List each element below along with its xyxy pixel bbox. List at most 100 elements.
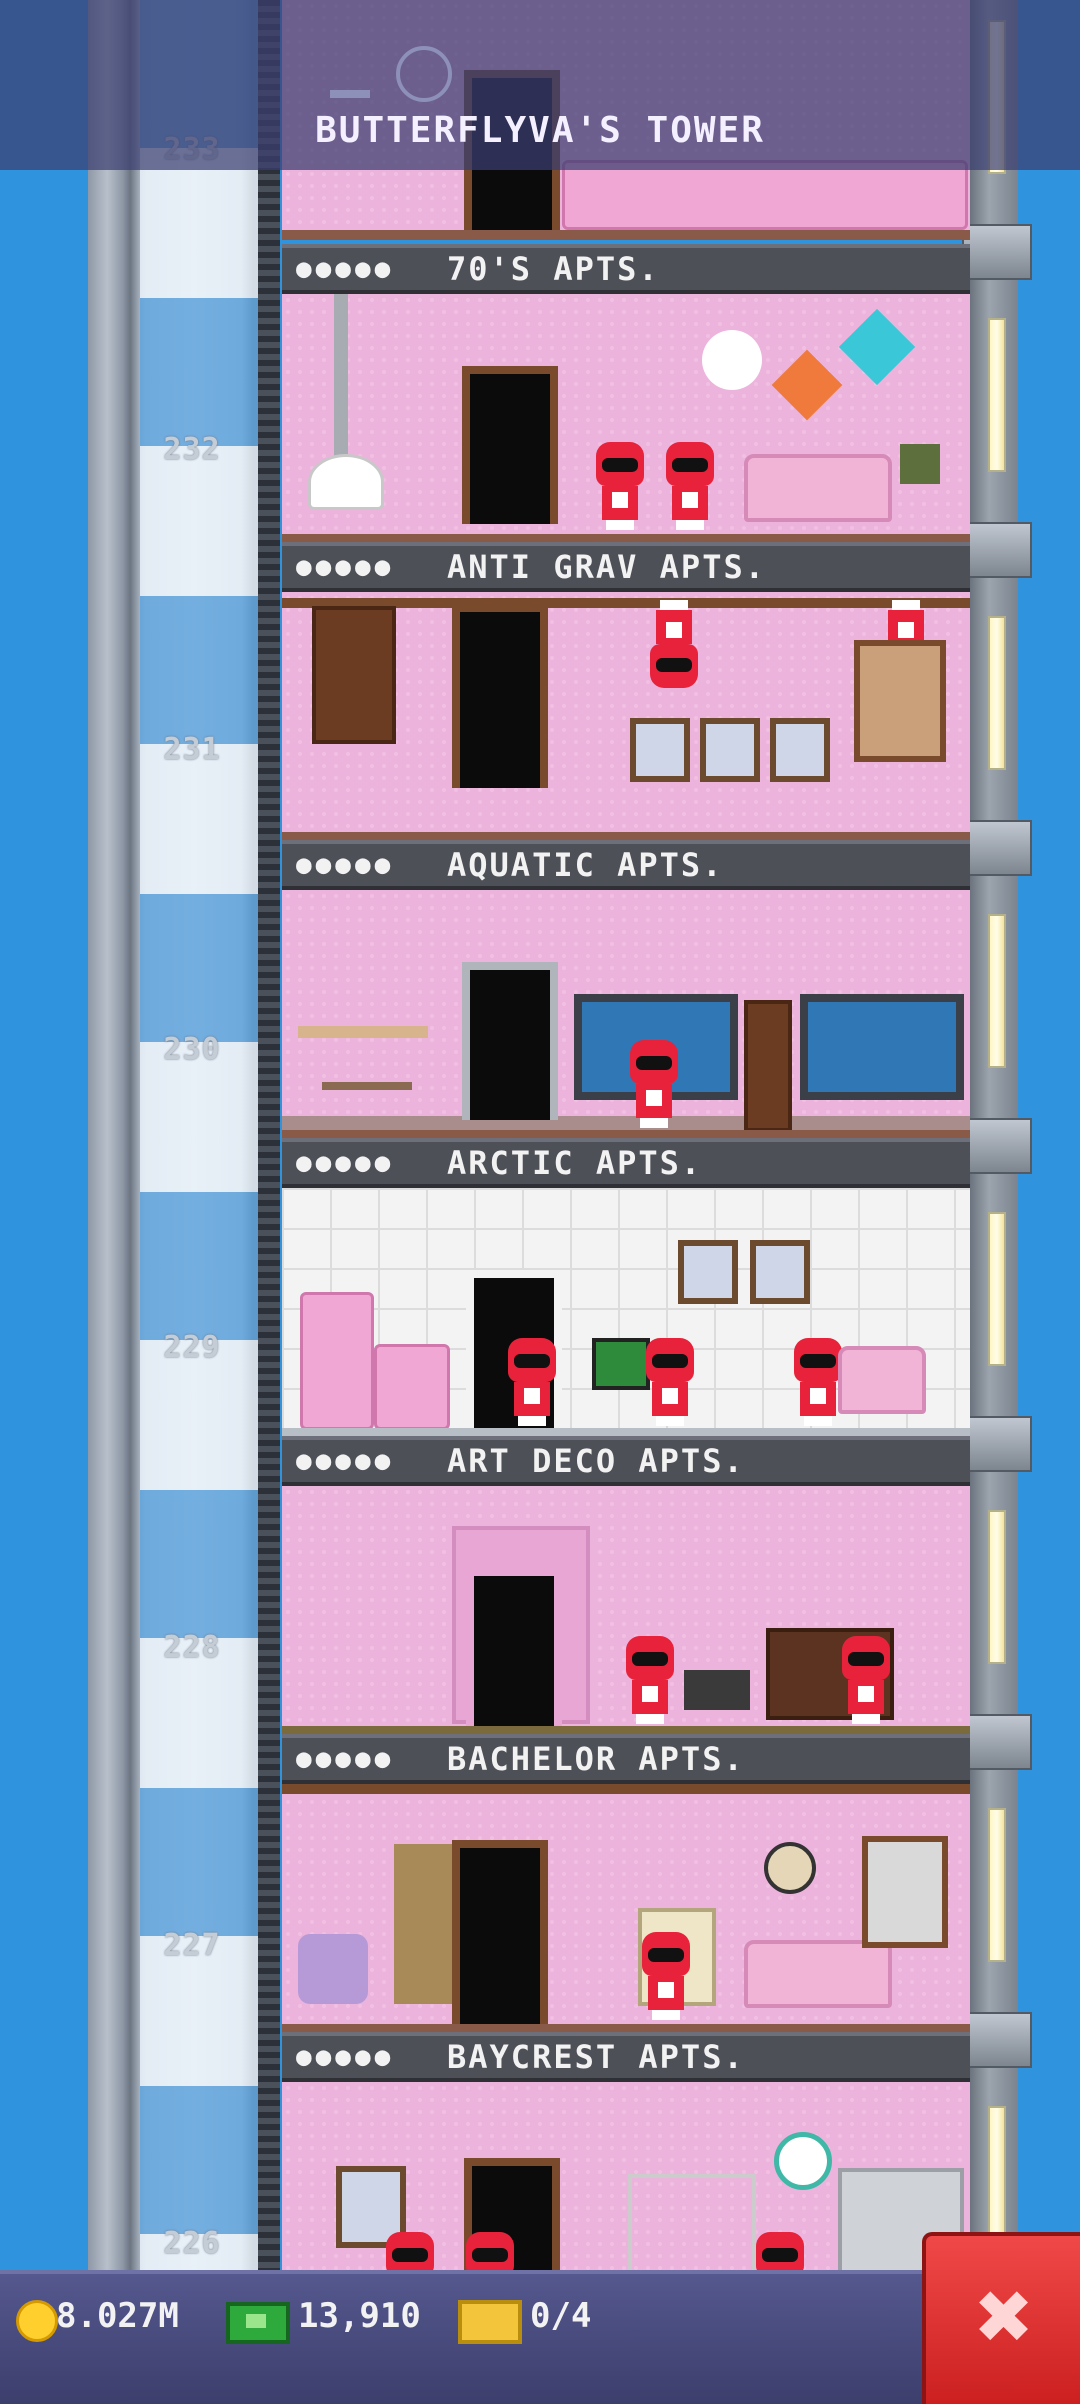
picture-frame [750, 1240, 810, 1304]
room-floor-229[interactable] [282, 1188, 970, 1438]
status-bar [0, 2270, 1080, 2404]
wall-bracket [962, 522, 1032, 578]
wall-bracket [962, 1118, 1032, 1174]
resident-bitizen[interactable] [838, 1636, 894, 1724]
room-floor-230[interactable] [282, 890, 970, 1140]
flower-decal [702, 330, 762, 390]
wall-light [988, 1212, 1006, 1366]
resident-bitizen[interactable] [638, 1932, 694, 2020]
room-door [452, 604, 548, 788]
floor-banner-232[interactable]: ●●●●● 70'S APTS. [282, 244, 970, 294]
fireplace-chimney [334, 294, 348, 464]
floor-number-231: 231 [163, 732, 221, 767]
resident-bitizen[interactable] [462, 2232, 518, 2270]
plant [394, 1844, 454, 2004]
ticket-icon [458, 2300, 522, 2344]
resident-slots: ●●●●● [296, 254, 395, 284]
floor-banner-228[interactable]: ●●●●● ART DECO APTS. [282, 1436, 970, 1486]
resident-slots: ●●●●● [296, 552, 395, 582]
wall-bracket [962, 1416, 1032, 1472]
floor-number-226: 226 [163, 2226, 221, 2261]
floor-name: ANTI GRAV APTS. [447, 548, 766, 586]
sofa [744, 454, 892, 522]
dartboard [764, 1842, 816, 1894]
elevator-rails [258, 0, 280, 2270]
wall-bracket [962, 2012, 1032, 2068]
room-floor-228[interactable] [282, 1486, 970, 1736]
floor-name: BAYCREST APTS. [447, 2038, 745, 2076]
picture-frame [630, 718, 690, 782]
aquarium [800, 994, 964, 1100]
floor-banner-231[interactable]: ●●●●● ANTI GRAV APTS. [282, 542, 970, 592]
resident-bitizen[interactable] [626, 1040, 682, 1128]
beanbag [298, 1934, 368, 2004]
floor-banner-230[interactable]: ●●●●● AQUATIC APTS. [282, 840, 970, 890]
cash-icon [226, 2302, 290, 2344]
wall-light [988, 318, 1006, 472]
resident-slots: ●●●●● [296, 1446, 395, 1476]
resident-bitizen[interactable] [504, 1338, 560, 1426]
chair [684, 1670, 750, 1710]
room-floor-231[interactable] [282, 592, 970, 842]
window [862, 1836, 948, 1948]
lamp-icon [330, 0, 370, 98]
picture-frame [678, 1240, 738, 1304]
tower-title: BUTTERFLYVA'S TOWER [315, 110, 765, 151]
picture-frame [700, 718, 760, 782]
wall-bracket [962, 1714, 1032, 1770]
coins-value[interactable]: 8.027M [56, 2296, 179, 2336]
wall-light [988, 616, 1006, 770]
picture-frame [770, 718, 830, 782]
coin-icon [16, 2300, 58, 2342]
room-floor-226[interactable] [282, 2082, 970, 2270]
room-door [462, 962, 558, 1120]
tickets-value[interactable]: 0/4 [530, 2296, 591, 2336]
floor-number-230: 230 [163, 1032, 221, 1067]
resident-bitizen[interactable] [642, 1338, 698, 1426]
resident-bitizen[interactable] [592, 442, 648, 530]
bux-value[interactable]: 13,910 [298, 2296, 421, 2336]
floor-number-228: 228 [163, 1630, 221, 1665]
floor-name: BACHELOR APTS. [447, 1740, 745, 1778]
ceiling-trim [282, 1784, 970, 1794]
resident-bitizen[interactable] [662, 442, 718, 530]
close-icon: ✖ [976, 2260, 1034, 2372]
resident-bitizen[interactable] [382, 2232, 438, 2270]
room-floor-227[interactable] [282, 1784, 970, 2034]
floor-name: ARCTIC APTS. [447, 1144, 703, 1182]
hanging-fireplace [308, 454, 384, 510]
window [854, 640, 946, 762]
floor-number-227: 227 [163, 1928, 221, 1963]
floor-name: 70'S APTS. [447, 250, 660, 288]
floor-banner-226[interactable]: ●●●●● BAYCREST APTS. [282, 2032, 970, 2082]
fridge [300, 1292, 374, 1430]
floor-banner-229[interactable]: ●●●●● ARCTIC APTS. [282, 1138, 970, 1188]
floor-name: AQUATIC APTS. [447, 846, 724, 884]
resident-bitizen[interactable] [752, 2232, 808, 2270]
wall-light [988, 1808, 1006, 1962]
flower-decal [771, 349, 843, 421]
floor-banner-227[interactable]: ●●●●● BACHELOR APTS. [282, 1734, 970, 1784]
dining-table [322, 1082, 412, 1090]
oven [374, 1344, 450, 1430]
resident-slots: ●●●●● [296, 2042, 395, 2072]
resident-slots: ●●●●● [296, 1148, 395, 1178]
wall-light [988, 914, 1006, 1068]
wall-light [988, 1510, 1006, 1664]
shelf-unit [628, 2174, 756, 2270]
room-floor-232[interactable] [282, 294, 970, 544]
wall-bracket [962, 820, 1032, 876]
resident-bitizen[interactable] [622, 1636, 678, 1724]
clock-icon [396, 46, 452, 102]
flower-decal [838, 308, 916, 386]
cabinet [744, 1000, 792, 1132]
room-door [462, 366, 558, 524]
wall-bracket [962, 224, 1032, 280]
floor-number-229: 229 [163, 1330, 221, 1365]
close-button[interactable]: ✖ [922, 2232, 1080, 2404]
wall-clock-icon [774, 2132, 832, 2190]
resident-bitizen[interactable] [646, 600, 702, 688]
bookshelf [312, 606, 396, 744]
armchair [838, 1346, 926, 1414]
floor-name: ART DECO APTS. [447, 1442, 745, 1480]
